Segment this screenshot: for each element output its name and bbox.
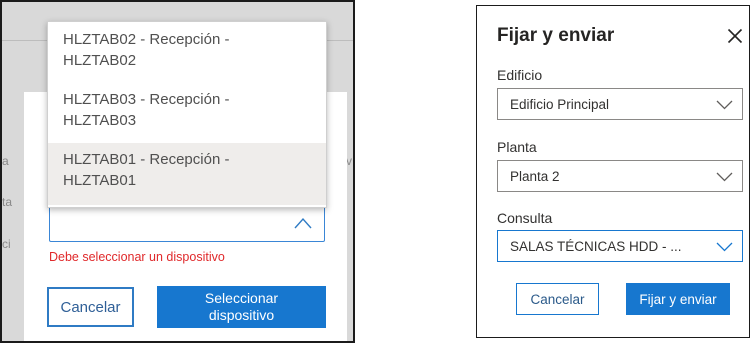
device-option-line2: HLZTAB03: [63, 112, 137, 129]
device-picker-panel: a ta ci v HLZTAB02 - Recepción - HLZTAB0…: [0, 0, 355, 343]
chevron-up-icon: [294, 217, 312, 229]
device-option[interactable]: HLZTAB02 - Recepción - HLZTAB02: [48, 29, 326, 79]
floor-label: Planta: [497, 139, 537, 155]
device-option-line2: HLZTAB01: [63, 172, 137, 189]
device-dropdown-list: HLZTAB02 - Recepción - HLZTAB02 HLZTAB03…: [47, 21, 327, 208]
cancel-button[interactable]: Cancelar: [47, 287, 134, 327]
device-option-line1: HLZTAB03 - Recepción -: [63, 91, 230, 108]
select-device-label-line1: Seleccionar: [204, 290, 279, 306]
device-option-line1: HLZTAB02 - Recepción -: [63, 31, 230, 48]
device-option[interactable]: HLZTAB03 - Recepción - HLZTAB03: [48, 89, 326, 139]
query-value: SALAS TÉCNICAS HDD - ...: [510, 239, 682, 254]
select-device-button[interactable]: Seleccionar dispositivo: [157, 286, 326, 328]
chevron-down-icon: [716, 100, 733, 110]
floor-select[interactable]: Planta 2: [497, 160, 743, 192]
chevron-down-icon: [716, 172, 733, 182]
building-label: Edificio: [497, 67, 543, 83]
background-text: ta: [2, 195, 13, 209]
error-message: Debe seleccionar un dispositivo: [49, 250, 225, 264]
query-select[interactable]: SALAS TÉCNICAS HDD - ...: [497, 230, 743, 262]
device-option-highlighted[interactable]: HLZTAB01 - Recepción - HLZTAB01: [48, 143, 326, 205]
building-value: Edificio Principal: [510, 97, 610, 112]
pin-send-dialog: Fijar y enviar Edificio Edificio Princip…: [476, 5, 750, 338]
cancel-button[interactable]: Cancelar: [516, 283, 599, 315]
query-label: Consulta: [497, 210, 553, 226]
close-icon[interactable]: [727, 28, 743, 44]
dialog-title: Fijar y enviar: [497, 25, 615, 46]
device-option-line2: HLZTAB02: [63, 52, 137, 69]
device-select[interactable]: [49, 205, 325, 242]
pin-and-send-button[interactable]: Fijar y enviar: [626, 283, 730, 315]
background-text: ci: [2, 237, 11, 251]
background-text: a: [2, 154, 9, 168]
chevron-down-icon: [716, 242, 733, 252]
select-device-label-line2: dispositivo: [208, 307, 275, 323]
building-select[interactable]: Edificio Principal: [497, 88, 743, 120]
floor-value: Planta 2: [510, 169, 560, 184]
device-option-line1: HLZTAB01 - Recepción -: [63, 151, 230, 168]
